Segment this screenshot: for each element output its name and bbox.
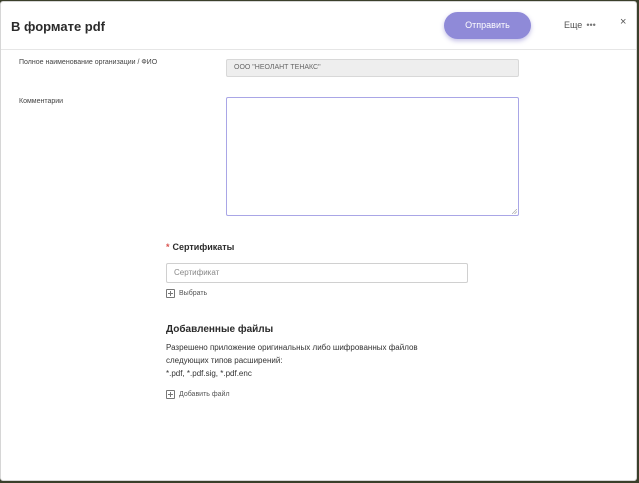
more-dots-icon: ••• <box>586 20 596 30</box>
more-menu-button[interactable]: Еще ••• <box>564 20 596 30</box>
added-files-description: Разрешено приложение оригинальных либо ш… <box>166 341 446 380</box>
certificate-input[interactable]: Сертификат <box>166 263 468 283</box>
pdf-dialog: В формате pdf Отправить Еще ••• × Полное … <box>0 1 637 481</box>
added-files-title: Добавленные файлы <box>166 324 274 335</box>
close-icon[interactable]: × <box>620 17 626 28</box>
certificates-heading: * Сертификаты <box>166 242 234 252</box>
required-mark: * <box>166 242 170 252</box>
add-file-label: Добавить файл <box>179 391 230 398</box>
comment-textarea[interactable] <box>226 97 519 216</box>
add-file-button[interactable]: Добавить файл <box>166 390 230 399</box>
org-name-field: ООО "НЕОЛАНТ ТЕНАКС" <box>226 59 519 77</box>
send-button[interactable]: Отправить <box>444 12 531 39</box>
org-name-label: Полное наименование организации / ФИО <box>19 59 158 66</box>
files-desc-line: *.pdf, *.pdf.sig, *.pdf.enc <box>166 369 252 378</box>
dialog-title: В формате pdf <box>11 19 106 34</box>
comment-label: Комментарии <box>19 98 64 105</box>
choose-label: Выбрать <box>179 290 208 297</box>
plus-icon <box>166 289 175 298</box>
more-label: Еще <box>564 20 583 30</box>
choose-certificate-button[interactable]: Выбрать <box>166 289 207 298</box>
certificates-title: Сертификаты <box>172 242 235 252</box>
resize-handle-icon[interactable] <box>512 209 517 214</box>
plus-icon <box>166 390 175 399</box>
files-desc-line: следующих типов расширений: <box>166 356 283 365</box>
files-desc-line: Разрешено приложение оригинальных либо ш… <box>166 343 418 352</box>
dialog-header: В формате pdf Отправить Еще ••• × <box>1 2 636 50</box>
